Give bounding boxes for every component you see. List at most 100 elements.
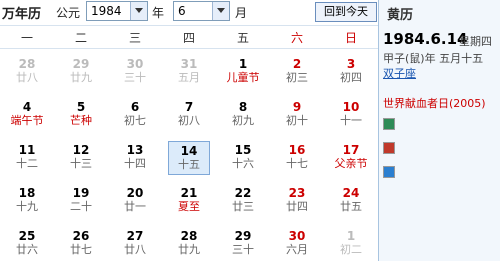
day-cell[interactable]: 4 端午节 [6, 98, 48, 132]
day-cell-today[interactable]: 14 十五 [168, 141, 210, 175]
day-cell[interactable]: 2 初三 [276, 55, 318, 89]
calendar-widget: 万年历 公元 1984 年 6 月 回到今天 一 二 三 四 五 六 日 28 … [0, 0, 500, 261]
lunar-label: 廿三 [232, 200, 254, 213]
lunar-label: 六月 [286, 243, 308, 256]
day-cell[interactable]: 21 夏至 [168, 184, 210, 218]
day-cell[interactable]: 28 廿九 [168, 227, 210, 261]
lunar-label: 初四 [340, 71, 362, 84]
lunar-label: 十四 [124, 157, 146, 170]
lunar-label: 十一 [340, 114, 362, 127]
day-cell[interactable]: 10 十一 [330, 98, 372, 132]
lunar-label: 廿九 [178, 243, 200, 256]
lunar-label: 廿一 [124, 200, 146, 213]
lunar-label: 五月 [178, 71, 200, 84]
day-number: 9 [292, 100, 302, 114]
day-cell[interactable]: 8 初九 [222, 98, 264, 132]
day-cell[interactable]: 7 初八 [168, 98, 210, 132]
day-number: 16 [288, 143, 306, 157]
day-cell[interactable]: 1 儿童节 [222, 55, 264, 89]
lunar-label: 初二 [340, 243, 362, 256]
lunar-label: 廿九 [70, 71, 92, 84]
day-cell[interactable]: 29 廿九 [60, 55, 102, 89]
weekday-wed: 三 [128, 31, 141, 45]
lunar-label: 廿八 [124, 243, 146, 256]
era-label: 公元 [56, 6, 81, 20]
lunar-label: 初八 [178, 114, 200, 127]
day-cell[interactable]: 1 初二 [330, 227, 372, 261]
day-number: 1 [346, 229, 356, 243]
chevron-down-icon[interactable] [212, 2, 229, 20]
day-number: 25 [18, 229, 36, 243]
ji-icon[interactable] [383, 142, 395, 154]
lunar-label: 芒种 [70, 114, 92, 127]
month-suffix: 月 [235, 6, 248, 20]
day-number: 28 [18, 57, 36, 71]
year-suffix: 年 [152, 6, 165, 20]
zodiac-link[interactable]: 双子座 [383, 65, 416, 81]
day-number: 11 [18, 143, 36, 157]
lunar-label: 夏至 [178, 200, 200, 213]
day-number: 5 [76, 100, 86, 114]
lunar-label: 十七 [286, 157, 308, 170]
day-cell[interactable]: 29 三十 [222, 227, 264, 261]
lunar-label: 十三 [70, 157, 92, 170]
lunar-label: 初九 [232, 114, 254, 127]
day-cell[interactable]: 27 廿八 [114, 227, 156, 261]
day-number: 3 [346, 57, 356, 71]
day-number: 30 [288, 229, 306, 243]
day-number: 4 [22, 100, 32, 114]
day-cell[interactable]: 9 初十 [276, 98, 318, 132]
day-cell[interactable]: 5 芒种 [60, 98, 102, 132]
day-cell[interactable]: 20 廿一 [114, 184, 156, 218]
weekday-thu: 四 [182, 31, 195, 45]
day-number: 18 [18, 186, 36, 200]
chevron-down-icon[interactable] [130, 2, 147, 20]
today-button[interactable]: 回到今天 [315, 2, 377, 22]
day-number: 10 [342, 100, 360, 114]
day-number: 29 [72, 57, 90, 71]
day-number: 13 [126, 143, 144, 157]
day-cell[interactable]: 25 廿六 [6, 227, 48, 261]
day-cell[interactable]: 31 五月 [168, 55, 210, 89]
month-select[interactable]: 6 [173, 1, 230, 21]
day-cell[interactable]: 17 父亲节 [330, 141, 372, 175]
month-value: 6 [178, 4, 186, 18]
day-cell[interactable]: 3 初四 [330, 55, 372, 89]
day-number: 12 [72, 143, 90, 157]
lunar-label: 十五 [178, 158, 200, 171]
day-cell[interactable]: 24 廿五 [330, 184, 372, 218]
yi-icon[interactable] [383, 118, 395, 130]
day-number: 15 [234, 143, 252, 157]
lunar-date: 甲子(鼠)年 五月十五 [383, 52, 484, 65]
year-select[interactable]: 1984 [86, 1, 148, 21]
day-cell[interactable]: 6 初七 [114, 98, 156, 132]
day-cell[interactable]: 19 二十 [60, 184, 102, 218]
day-cell[interactable]: 26 廿七 [60, 227, 102, 261]
day-number: 6 [130, 100, 140, 114]
day-cell[interactable]: 13 十四 [114, 141, 156, 175]
lunar-label: 十九 [16, 200, 38, 213]
day-cell[interactable]: 30 三十 [114, 55, 156, 89]
lunar-label: 廿四 [286, 200, 308, 213]
day-number: 17 [342, 143, 360, 157]
weekday-sat: 六 [290, 31, 303, 45]
day-cell[interactable]: 11 十二 [6, 141, 48, 175]
selected-weekday: 星期四 [459, 35, 492, 48]
day-number: 27 [126, 229, 144, 243]
day-cell[interactable]: 28 廿八 [6, 55, 48, 89]
day-cell[interactable]: 22 廿三 [222, 184, 264, 218]
day-cell[interactable]: 23 廿四 [276, 184, 318, 218]
day-number: 23 [288, 186, 306, 200]
lunar-label: 廿八 [16, 71, 38, 84]
day-cell[interactable]: 16 十七 [276, 141, 318, 175]
day-number: 20 [126, 186, 144, 200]
day-number: 2 [292, 57, 302, 71]
day-cell[interactable]: 30 六月 [276, 227, 318, 261]
day-cell[interactable]: 18 十九 [6, 184, 48, 218]
almanac-title: 黄历 [387, 8, 414, 23]
day-cell[interactable]: 12 十三 [60, 141, 102, 175]
lunar-label: 廿七 [70, 243, 92, 256]
chong-icon[interactable] [383, 166, 395, 178]
lunar-label: 初十 [286, 114, 308, 127]
day-cell[interactable]: 15 十六 [222, 141, 264, 175]
